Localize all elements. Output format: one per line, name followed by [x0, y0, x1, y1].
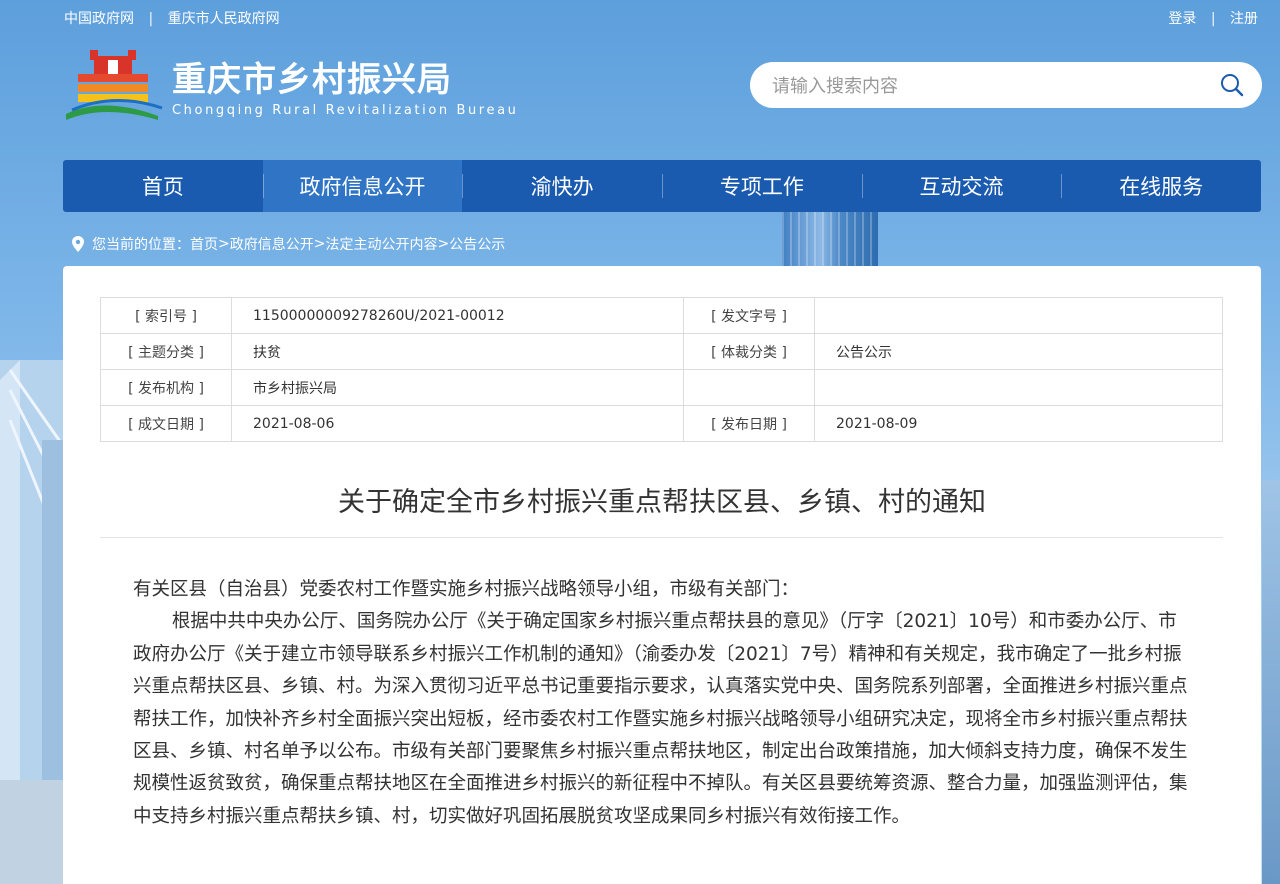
- breadcrumb-separator: >: [218, 236, 230, 252]
- meta-value-doc-no: [814, 297, 1223, 334]
- document-body: 有关区县（自治县）党委农村工作暨实施乡村振兴战略领导小组，市级有关部门： 根据中…: [133, 574, 1193, 833]
- site-subtitle: Chongqing Rural Revitalization Bureau: [172, 103, 519, 118]
- breadcrumb-separator: >: [313, 236, 326, 252]
- table-row: [ 成文日期 ] 2021-08-06 [ 发布日期 ] 2021-08-09: [100, 405, 1223, 442]
- bureau-logo-icon[interactable]: [64, 44, 164, 124]
- nav-interaction[interactable]: 互动交流: [861, 160, 1062, 212]
- top-separator: |: [1210, 11, 1216, 27]
- breadcrumb-home[interactable]: 首页: [190, 234, 218, 254]
- meta-key-doc-no: [ 发文字号 ]: [683, 297, 815, 334]
- main-nav: 首页 政府信息公开 渝快办 专项工作 互动交流 在线服务: [63, 160, 1261, 212]
- breadcrumb-gov-info[interactable]: 政府信息公开: [230, 234, 314, 254]
- site-title: 重庆市乡村振兴局: [172, 60, 452, 100]
- nav-gov-info[interactable]: 政府信息公开: [262, 160, 463, 212]
- document-title: 关于确定全市乡村振兴重点帮扶区县、乡镇、村的通知: [338, 487, 986, 518]
- breadcrumb-separator: >: [437, 236, 450, 252]
- register-link[interactable]: 注册: [1230, 8, 1258, 28]
- meta-key-genre: [ 体裁分类 ]: [683, 333, 815, 370]
- meta-key-index-no: [ 索引号 ]: [100, 297, 232, 334]
- meta-value-publisher: 市乡村振兴局: [231, 369, 684, 406]
- breadcrumb-notice[interactable]: 公告公示: [449, 234, 505, 254]
- document-paragraph: 根据中共中央办公厅、国务院办公厅《关于确定国家乡村振兴重点帮扶县的意见》（厅字〔…: [133, 611, 1188, 827]
- nav-online-service[interactable]: 在线服务: [1061, 160, 1261, 212]
- meta-key-created-date: [ 成文日期 ]: [100, 405, 232, 442]
- search-icon[interactable]: [1220, 73, 1244, 97]
- table-row: [ 索引号 ] 11500000009278260U/2021-00012 [ …: [100, 297, 1223, 334]
- meta-key-publisher: [ 发布机构 ]: [100, 369, 232, 406]
- breadcrumb: 您当前的位置： 首页 > 政府信息公开 > 法定主动公开内容 > 公告公示: [72, 234, 505, 254]
- link-central-gov[interactable]: 中国政府网: [64, 8, 134, 28]
- table-row: [ 主题分类 ] 扶贫 [ 体裁分类 ] 公告公示: [100, 333, 1223, 370]
- login-link[interactable]: 登录: [1168, 8, 1196, 28]
- nav-yukuaiban[interactable]: 渝快办: [462, 160, 662, 212]
- meta-value-index-no: 11500000009278260U/2021-00012: [231, 297, 684, 334]
- meta-value-publish-date: 2021-08-09: [814, 405, 1223, 442]
- breadcrumb-statutory[interactable]: 法定主动公开内容: [325, 234, 437, 254]
- search-input[interactable]: [770, 71, 1194, 101]
- building-background: [782, 212, 878, 268]
- meta-key-topic: [ 主题分类 ]: [100, 333, 232, 370]
- city-background: [1262, 480, 1280, 884]
- meta-value-empty: [814, 369, 1223, 406]
- meta-value-topic: 扶贫: [231, 333, 684, 370]
- document-salutation: 有关区县（自治县）党委农村工作暨实施乡村振兴战略领导小组，市级有关部门：: [133, 579, 800, 600]
- meta-value-genre: 公告公示: [814, 333, 1223, 370]
- meta-key-publish-date: [ 发布日期 ]: [683, 405, 815, 442]
- title-divider: [100, 537, 1223, 538]
- link-chongqing-gov[interactable]: 重庆市人民政府网: [168, 8, 280, 28]
- meta-key-empty: [683, 369, 815, 406]
- content-panel: [ 索引号 ] 11500000009278260U/2021-00012 [ …: [63, 266, 1261, 884]
- top-separator: |: [148, 11, 154, 27]
- meta-value-created-date: 2021-08-06: [231, 405, 684, 442]
- nav-special-work[interactable]: 专项工作: [662, 160, 862, 212]
- breadcrumb-prefix: 您当前的位置：: [92, 237, 190, 253]
- top-bar: 中国政府网 | 重庆市人民政府网 登录 | 注册: [0, 0, 1280, 34]
- search-box: [750, 62, 1262, 108]
- nav-home[interactable]: 首页: [63, 160, 263, 212]
- table-row: [ 发布机构 ] 市乡村振兴局: [100, 369, 1223, 406]
- document-meta-table: [ 索引号 ] 11500000009278260U/2021-00012 [ …: [100, 297, 1223, 442]
- location-pin-icon: [72, 236, 84, 252]
- bridge-background: [0, 360, 66, 884]
